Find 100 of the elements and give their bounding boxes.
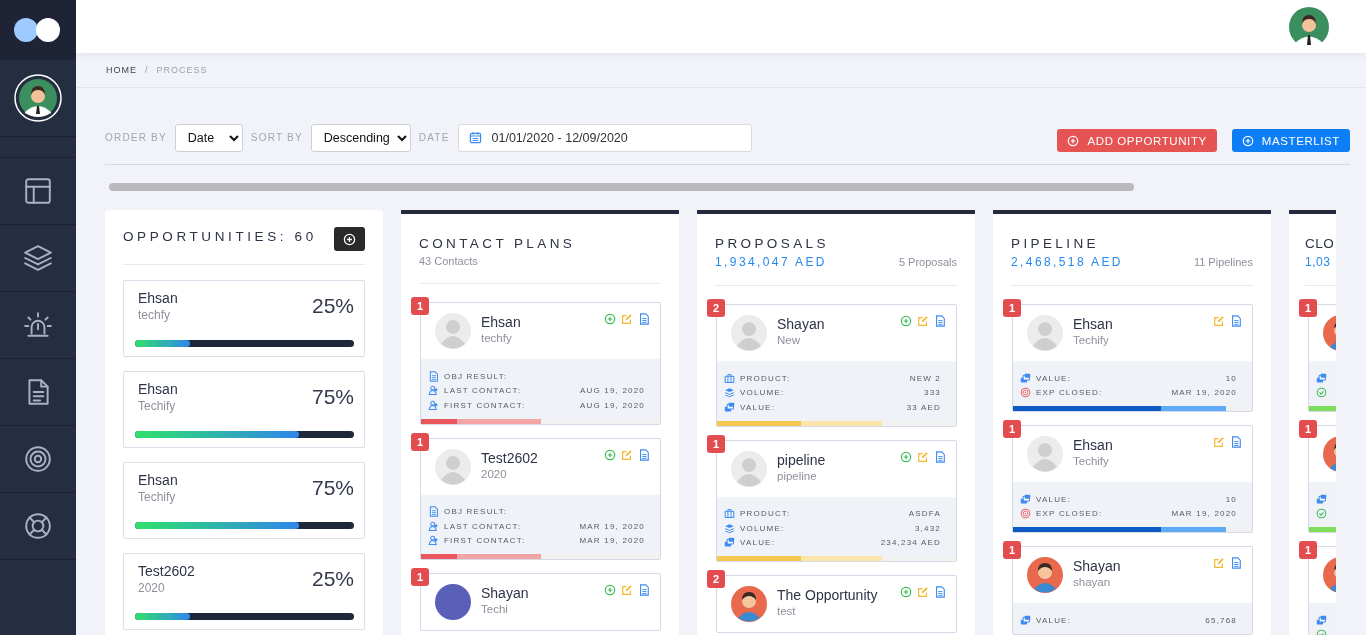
company-name: pipeline [777,469,818,482]
document-icon[interactable] [638,584,650,596]
count-badge: 2 [707,570,725,588]
company-name: Techify [1073,334,1110,346]
document-icon[interactable] [1230,315,1242,327]
user-avatar[interactable] [1289,6,1329,47]
calendar-icon [468,131,482,144]
add-button[interactable] [334,227,365,251]
scrollbar-thumb[interactable] [109,183,1134,191]
edit-icon[interactable] [917,586,929,598]
count-badge: 1 [411,432,429,451]
percentage: 75% [311,384,354,409]
contact-name: Test2602 [481,449,539,466]
count-badge: 1 [1003,541,1021,559]
avatar-illustration [1027,557,1063,593]
document-icon[interactable] [934,586,946,598]
field-label: VALUE: [740,538,777,548]
people-icon [428,399,439,411]
company-name: New [777,334,801,346]
edit-icon[interactable] [1213,557,1225,569]
avatar-placeholder [1027,436,1063,472]
masterlist-button[interactable]: MASTERLIST [1231,129,1350,152]
target-icon[interactable] [23,444,53,474]
logo-icon [13,16,63,44]
edit-icon[interactable] [917,450,929,463]
date-range-field[interactable]: 01/01/2020 - 12/09/2020 [457,123,752,152]
document-icon[interactable] [638,313,650,325]
stage-amount: 1,934,047 AED [715,255,827,269]
document-icon[interactable] [1230,557,1242,569]
date-range-value: 01/01/2020 - 12/09/2020 [491,130,628,145]
edit-icon[interactable] [621,584,633,596]
stage-amount: 2,468,518 AED [1011,255,1123,269]
field-value: MAR 19, 2020 [579,521,645,531]
stage-count: 5 Proposals [898,256,957,268]
dropdown[interactable]: Descending [310,123,411,152]
people-icon [428,535,439,547]
opportunity-card[interactable]: Ehsan Techify 75% [123,371,365,448]
plus-circle-icon [1067,134,1080,147]
add-icon[interactable] [604,313,616,325]
document-icon[interactable] [934,450,946,463]
contact-name: Shayan [1073,558,1122,574]
alarm-light-icon[interactable] [23,310,53,340]
layout-icon[interactable] [23,176,53,206]
field-label: EXP CLOSED: [1036,388,1104,398]
opportunity-card[interactable]: Test2602 2020 25% [123,553,365,630]
document-icon[interactable] [1230,436,1242,448]
add-icon[interactable] [900,315,912,327]
banknotes-icon [1020,372,1031,384]
company-name: techfy [481,332,513,344]
contact-name: Ehsan [481,314,522,330]
add-icon[interactable] [604,584,616,596]
field-label: OBJ RESULT: [444,371,509,381]
count-badge: 1 [707,434,725,453]
document-icon[interactable] [638,448,650,461]
banknotes-icon [1316,614,1327,626]
count-badge: 1 [411,297,429,315]
breadcrumb-link[interactable]: HOME [106,65,137,75]
add-icon[interactable] [900,586,912,598]
field-value: AUG 19, 2020 [579,386,645,396]
opportunity-card[interactable]: Ehsan techfy 25% [123,280,365,357]
layers-icon[interactable] [23,243,53,273]
dropdown[interactable]: Date [174,123,243,152]
field-value: NEW 2 [909,373,941,383]
field-value: MAR 19, 2020 [1171,509,1237,519]
stage-title: CONTACT PLANS [419,236,577,251]
layers-icon [724,522,735,534]
edit-icon[interactable] [917,315,929,327]
stage-count: 11 Pipelines [1193,256,1253,268]
banknotes-icon [724,537,735,549]
contact-name: Ehsan [138,381,178,397]
company-name: techfy [138,308,171,322]
field-value: 234,234 AED [880,538,941,548]
count-badge: 1 [1003,299,1021,317]
edit-icon[interactable] [621,448,633,461]
edit-icon[interactable] [621,313,633,325]
opportunity-card[interactable]: Ehsan Techify 75% [123,462,365,539]
field-label: VALUE: [740,402,777,412]
plus-circle-icon [343,232,356,246]
contact-name: Test2602 [138,563,195,579]
lifebuoy-icon[interactable] [23,511,53,541]
filter-label: SORT BY [250,132,303,143]
count-badge: 1 [411,568,429,586]
field-value: MAR 19, 2020 [579,536,645,546]
field-label: VOLUME: [740,523,786,533]
add-icon[interactable] [900,450,912,463]
contact-name: Ehsan [138,472,178,488]
document-icon[interactable] [934,315,946,327]
add-icon[interactable] [604,448,616,461]
user-avatar[interactable] [14,74,62,122]
field-value: 33 AED [906,402,941,412]
contact-name: Shayan [481,585,530,601]
edit-icon[interactable] [1213,436,1225,448]
stage-title: PIPELINE [1011,236,1100,251]
company-name: Techify [138,399,177,413]
edit-icon[interactable] [1213,315,1225,327]
field-label: VALUE: [1036,494,1073,504]
company-name: shayan [1073,576,1112,588]
add-opportunity-button[interactable]: ADD OPPORTUNITY [1057,129,1217,152]
contact-name: Ehsan [1073,437,1114,453]
briefcase-icon [724,508,735,520]
